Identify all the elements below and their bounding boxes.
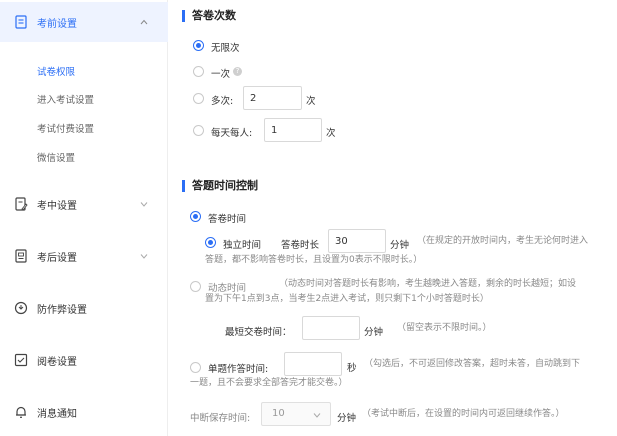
edit-doc-icon (15, 197, 28, 211)
radio-once[interactable] (193, 66, 204, 77)
sidebar-group-label: 考前设置 (37, 18, 77, 30)
sidebar-group-label: 考后设置 (37, 252, 77, 264)
min-submit-input[interactable] (302, 316, 360, 340)
radio-dynamic-time[interactable] (190, 281, 201, 292)
sidebar-item-entry-settings[interactable]: 进入考试设置 (37, 92, 94, 106)
min-submit-label: 最短交卷时间： (225, 327, 292, 338)
exam-doc-icon (15, 15, 27, 29)
radio-independent-time[interactable] (205, 237, 216, 248)
dynamic-note-line1: （动态时间对答题时长有影响，考生越晚进入答题，剩余的时长越短；如设 (279, 279, 577, 289)
sidebar-group-label: 消息通知 (37, 408, 77, 420)
dynamic-note-line2: 置为下午1点到3点，当考生2点进入考试，则只剩下1个小时答题时长） (205, 294, 489, 304)
chevron-up-icon[interactable] (140, 18, 148, 26)
bell-icon (16, 406, 26, 418)
per-question-label: 单题作答时间: (208, 364, 269, 375)
interrupt-save-value: 10 (272, 408, 285, 419)
radio-independent-time-label: 独立时间 (223, 240, 262, 251)
duration-input[interactable] (328, 229, 386, 253)
radio-daily[interactable] (193, 125, 204, 136)
sidebar-item-payment-settings[interactable]: 考试付费设置 (37, 121, 94, 135)
chevron-down-icon[interactable] (140, 252, 148, 260)
sidebar: 考前设置 试卷权限 进入考试设置 考试付费设置 微信设置 考中设置 考后设置 防… (0, 0, 168, 436)
min-submit-note: （留空表示不限时间。） (397, 323, 492, 333)
sidebar-group-label: 防作弊设置 (37, 304, 87, 316)
grading-icon (14, 353, 28, 367)
radio-unlimited[interactable] (193, 40, 204, 51)
per-question-note-line2: 一题，且不会要求全部答完才能交卷。） (190, 378, 348, 388)
sidebar-item-exam-permission[interactable]: 试卷权限 (37, 64, 75, 78)
sidebar-group-notifications[interactable]: 消息通知 (0, 392, 168, 432)
independent-note-line1: （在规定的开放时间内，考生无论何时进入 (417, 236, 589, 246)
duration-label: 答卷时长 (281, 240, 320, 251)
sidebar-item-wechat-settings[interactable]: 微信设置 (37, 150, 75, 164)
help-icon[interactable]: ? (233, 67, 242, 76)
interrupt-save-note: （考试中断后，在设置的时间内可返回继续作答。） (362, 409, 565, 419)
duration-unit: 分钟 (390, 240, 410, 251)
sidebar-group-during-exam[interactable]: 考中设置 (0, 184, 168, 224)
per-question-unit: 秒 (347, 363, 357, 374)
radio-multiple-label: 多次: (211, 96, 234, 107)
section-title-attempts: 答卷次数 (182, 10, 236, 22)
interrupt-save-select[interactable]: 10 (261, 402, 331, 426)
report-icon (15, 249, 27, 263)
sidebar-group-grading[interactable]: 阅卷设置 (0, 340, 168, 380)
sidebar-group-pre-exam[interactable]: 考前设置 (0, 2, 168, 42)
radio-answer-time[interactable] (190, 211, 201, 222)
shield-icon (14, 301, 28, 315)
per-question-input[interactable] (284, 352, 342, 376)
settings-panel: 答卷次数 无限次 一次 ? 多次: 次 每天每人: 次 答题时间控制 答卷时间 … (168, 0, 617, 436)
chevron-down-icon[interactable] (140, 200, 148, 208)
sidebar-group-label: 考中设置 (37, 200, 77, 212)
radio-once-label: 一次 (211, 69, 231, 80)
section-title-time-control: 答题时间控制 (182, 180, 258, 192)
multiple-count-unit: 次 (306, 96, 316, 107)
radio-answer-time-label: 答卷时间 (208, 214, 247, 225)
daily-count-unit: 次 (326, 128, 336, 139)
sidebar-group-anti-cheat[interactable]: 防作弊设置 (0, 288, 168, 328)
radio-unlimited-label: 无限次 (211, 43, 240, 54)
interrupt-save-unit: 分钟 (337, 413, 357, 424)
independent-note-line2: 答题，都不影响答卷时长，且设置为0表示不限时长。） (205, 255, 423, 265)
min-submit-unit: 分钟 (364, 327, 384, 338)
sidebar-group-label: 阅卷设置 (37, 356, 77, 368)
radio-daily-label: 每天每人: (211, 128, 253, 139)
daily-count-input[interactable] (264, 118, 322, 142)
radio-per-question-time[interactable] (190, 362, 201, 373)
chevron-down-icon (313, 413, 321, 418)
interrupt-save-label: 中断保存时间: (190, 413, 251, 424)
per-question-note-line1: （勾选后，不可返回修改答案，超时未答，自动跳到下 (364, 359, 581, 369)
sidebar-group-post-exam[interactable]: 考后设置 (0, 236, 168, 276)
multiple-count-input[interactable] (243, 86, 302, 110)
radio-multiple[interactable] (193, 93, 204, 104)
